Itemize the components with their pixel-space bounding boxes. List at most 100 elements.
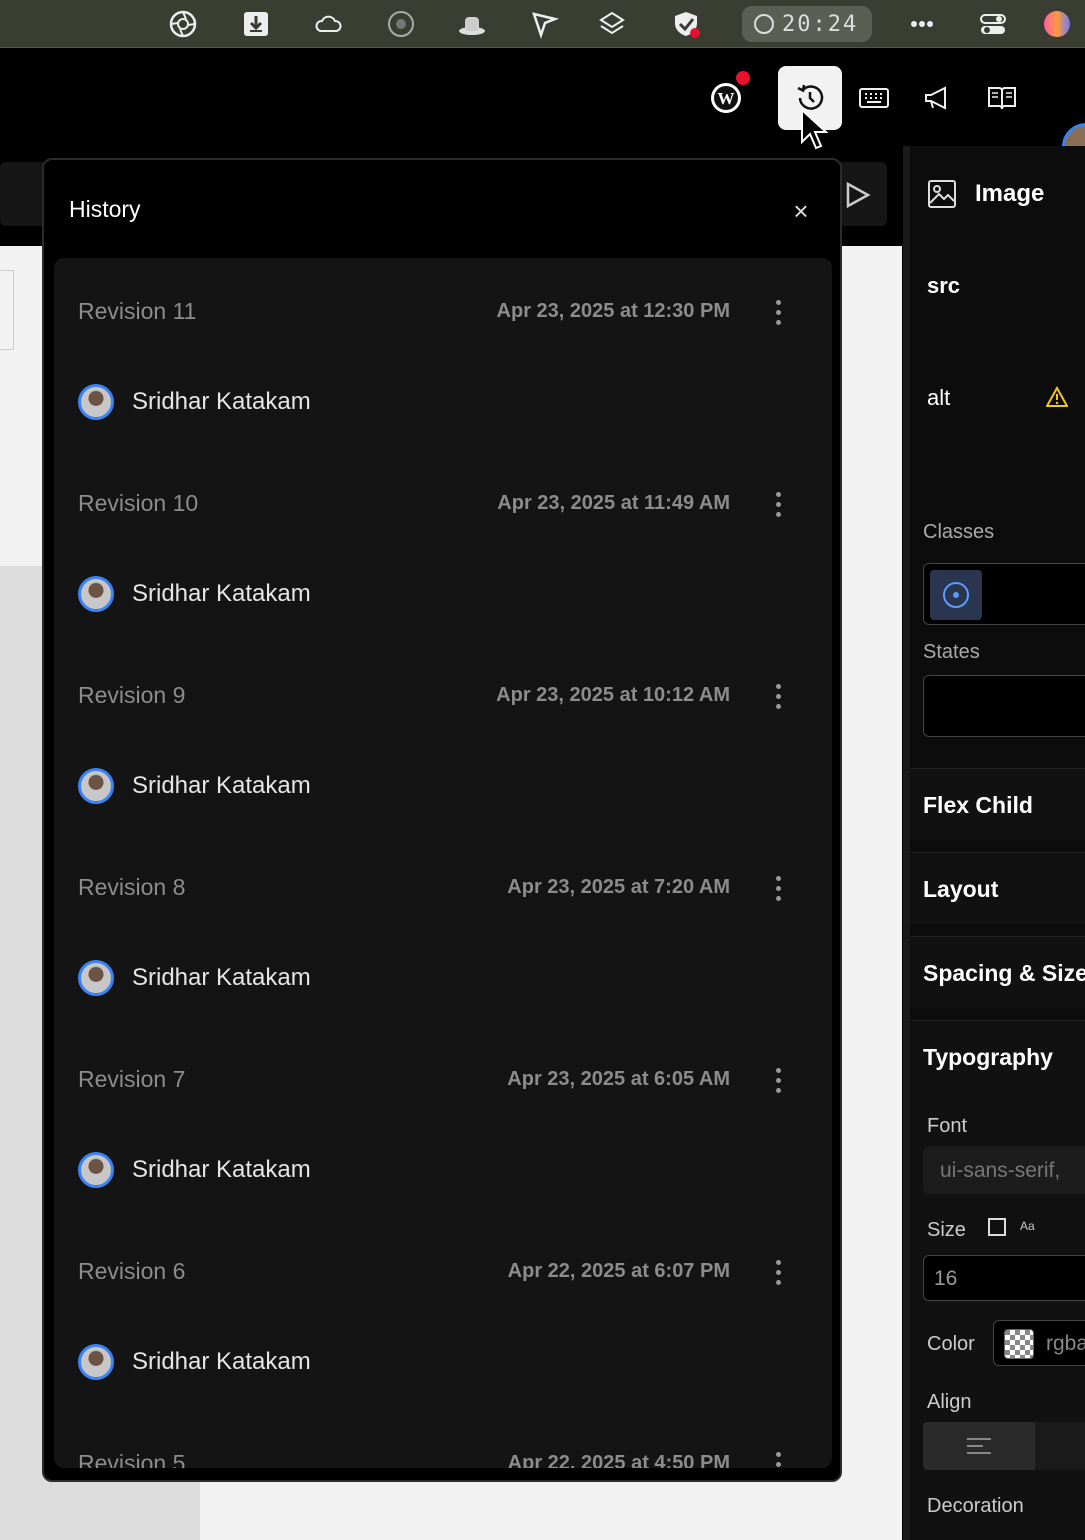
revision-name: Revision 8 (78, 874, 186, 900)
color-label: Color (927, 1333, 975, 1355)
more-vertical-icon[interactable] (764, 1062, 792, 1098)
states-label: States (923, 641, 980, 663)
align-left-icon (967, 1438, 991, 1454)
layout-title[interactable]: Layout (923, 876, 998, 903)
typography-title[interactable]: Typography (923, 1044, 1053, 1071)
revision-name: Revision 6 (78, 1258, 186, 1284)
size-checkbox[interactable] (988, 1218, 1006, 1236)
book-icon[interactable] (970, 66, 1034, 130)
history-title: History (69, 196, 141, 222)
avatar (78, 1152, 114, 1188)
revision-list[interactable]: Revision 11 Apr 23, 2025 at 12:30 PM Sridh… (54, 258, 832, 1468)
align-label: Align (927, 1391, 972, 1413)
color-swatch[interactable] (1004, 1329, 1034, 1359)
classes-label: Classes (923, 521, 995, 543)
cloud-icon[interactable] (312, 8, 344, 40)
revision-date: Apr 22, 2025 at 6:07 PM (507, 1260, 730, 1282)
avatar (78, 768, 114, 804)
avatar (78, 384, 114, 420)
macos-menubar: 20:24 (0, 0, 1085, 48)
src-label: src (927, 273, 961, 298)
revision-name: Revision 9 (78, 682, 186, 708)
revision-item[interactable]: Revision 8 Apr 23, 2025 at 7:20 AM Sridhar… (54, 834, 832, 1026)
decoration-label: Decoration (927, 1495, 1024, 1517)
gauge-icon (754, 14, 774, 34)
aperture-icon[interactable] (167, 8, 199, 40)
target-icon[interactable] (930, 570, 982, 620)
revision-item[interactable]: Revision 10 Apr 23, 2025 at 11:49 AM Sridh… (54, 450, 832, 642)
revision-date: Apr 23, 2025 at 6:05 AM (507, 1068, 730, 1090)
mouse-cursor (801, 108, 828, 150)
cursor-pointer-icon[interactable] (528, 8, 560, 40)
siri-icon[interactable] (1041, 8, 1073, 40)
revision-author: Sridhar Katakam (78, 384, 311, 420)
canvas-frame (0, 270, 14, 350)
states-select[interactable] (923, 675, 1085, 737)
more-vertical-icon[interactable] (764, 486, 792, 522)
more-vertical-icon[interactable] (764, 870, 792, 906)
revision-author: Sridhar Katakam (78, 768, 311, 804)
history-header: History × (44, 160, 840, 256)
font-input[interactable]: ui-sans-serif, (923, 1146, 1085, 1194)
history-modal: History × Revision 11 Apr 23, 2025 at 12:… (42, 158, 842, 1482)
font-value: ui-sans-serif, (940, 1159, 1061, 1182)
color-input[interactable]: rgba (993, 1320, 1085, 1366)
clock-text: 20:24 (782, 11, 859, 37)
author-name: Sridhar Katakam (132, 772, 311, 799)
align-center-button[interactable] (1035, 1422, 1085, 1470)
download-box-icon[interactable] (240, 8, 272, 40)
revision-date: Apr 22, 2025 at 4:50 PM (507, 1452, 730, 1468)
clock-widget[interactable]: 20:24 (742, 6, 872, 42)
author-name: Sridhar Katakam (132, 1348, 311, 1375)
hat-icon[interactable] (456, 8, 488, 40)
revision-date: Apr 23, 2025 at 7:20 AM (507, 876, 730, 898)
shield-check-icon[interactable] (670, 8, 702, 40)
more-vertical-icon[interactable] (764, 678, 792, 714)
layers-icon[interactable] (596, 8, 628, 40)
author-name: Sridhar Katakam (132, 580, 311, 607)
more-vertical-icon[interactable] (764, 1446, 792, 1468)
image-icon (928, 180, 956, 208)
author-name: Sridhar Katakam (132, 1156, 311, 1183)
revision-date: Apr 23, 2025 at 12:30 PM (496, 300, 730, 322)
revision-name: Revision 7 (78, 1066, 186, 1092)
size-input[interactable]: 16 (923, 1255, 1085, 1301)
circle-icon[interactable] (385, 8, 417, 40)
revision-author: Sridhar Katakam (78, 960, 311, 996)
alt-label: alt (927, 385, 951, 410)
align-left-button[interactable] (923, 1422, 1035, 1470)
more-icon[interactable] (906, 8, 938, 40)
avatar (78, 960, 114, 996)
warning-icon (1046, 386, 1068, 407)
size-value: 16 (934, 1267, 958, 1290)
revision-item[interactable]: Revision 7 Apr 23, 2025 at 6:05 AM Sridhar… (54, 1026, 832, 1218)
author-name: Sridhar Katakam (132, 388, 311, 415)
control-center-icon[interactable] (977, 8, 1009, 40)
revision-name: Revision 11 (78, 298, 197, 324)
svg-text:W: W (718, 89, 735, 108)
flex-child-title[interactable]: Flex Child (923, 792, 1033, 819)
classes-input[interactable] (923, 563, 1085, 625)
font-label: Font (927, 1115, 968, 1137)
play-icon[interactable] (840, 178, 874, 212)
keyboard-icon[interactable] (842, 66, 906, 130)
revision-name: Revision 5 (78, 1450, 186, 1468)
megaphone-icon[interactable] (906, 66, 970, 130)
app-toolbar: W (0, 49, 1085, 171)
size-label: Size (927, 1219, 966, 1241)
avatar (78, 576, 114, 612)
revision-author: Sridhar Katakam (78, 576, 311, 612)
more-vertical-icon[interactable] (764, 1254, 792, 1290)
size-unit-badge: Aa (1020, 1219, 1035, 1233)
revision-author: Sridhar Katakam (78, 1152, 311, 1188)
more-vertical-icon[interactable] (764, 294, 792, 330)
revision-item[interactable]: Revision 9 Apr 23, 2025 at 10:12 AM Sridha… (54, 642, 832, 834)
revision-item[interactable]: Revision 6 Apr 22, 2025 at 6:07 PM Sridhar… (54, 1218, 832, 1410)
revision-item[interactable]: Revision 5 Apr 22, 2025 at 4:50 PM (54, 1410, 832, 1468)
revision-item[interactable]: Revision 11 Apr 23, 2025 at 12:30 PM Sridh… (54, 258, 832, 450)
spacing-title[interactable]: Spacing & Size (923, 960, 1085, 987)
notification-dot (736, 71, 750, 85)
author-name: Sridhar Katakam (132, 964, 311, 991)
revision-name: Revision 10 (78, 490, 199, 516)
close-icon[interactable]: × (786, 196, 816, 226)
